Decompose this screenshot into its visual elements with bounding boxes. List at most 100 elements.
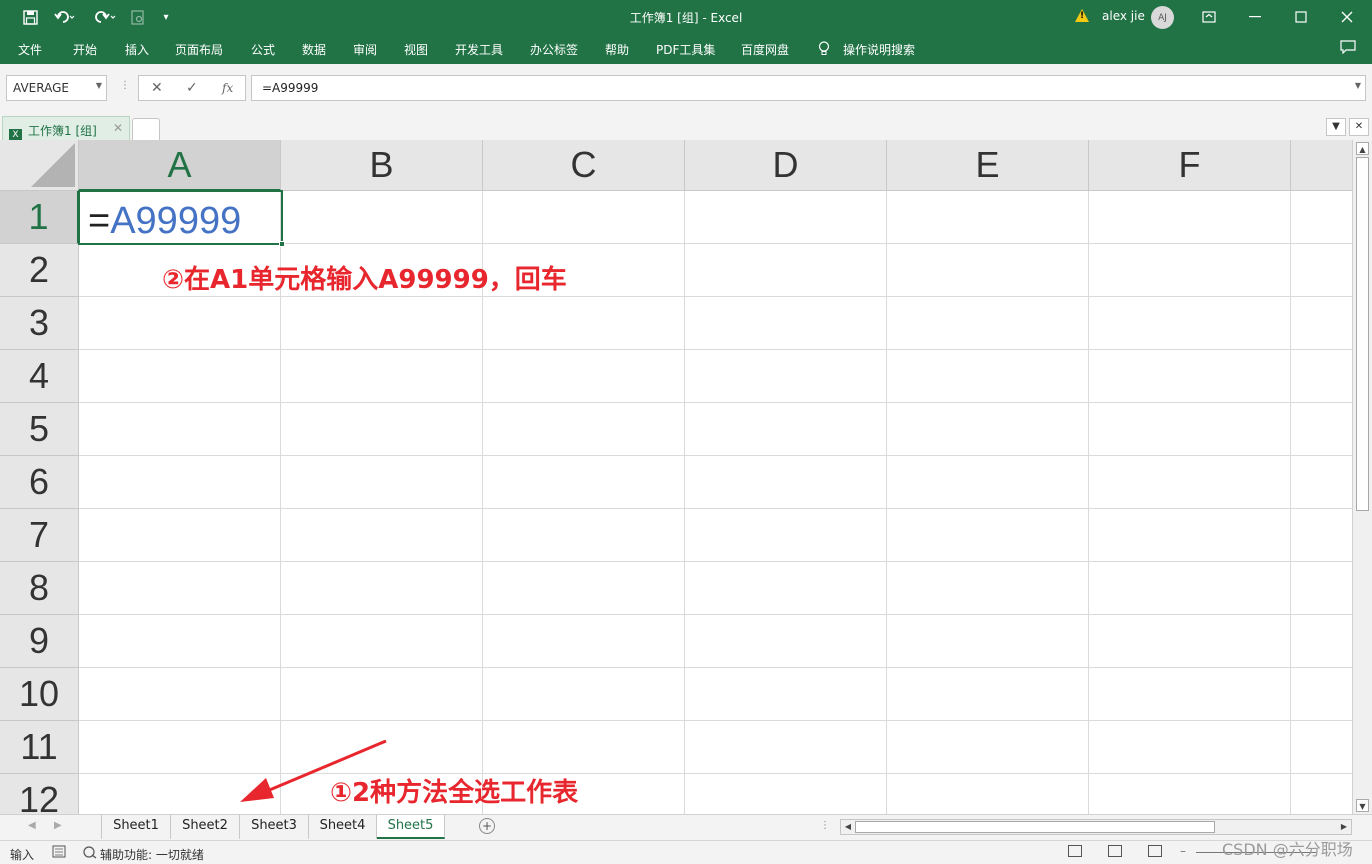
column-header-a[interactable]: A	[79, 140, 281, 191]
comments-icon[interactable]	[1340, 40, 1356, 57]
column-header-e[interactable]: E	[887, 140, 1089, 191]
grid-cell[interactable]	[281, 350, 483, 403]
user-name[interactable]: alex jie	[1102, 9, 1145, 23]
undo-icon[interactable]	[50, 0, 80, 34]
grid-cell[interactable]	[685, 562, 887, 615]
redo-icon[interactable]	[88, 0, 120, 34]
column-header-b[interactable]: B	[281, 140, 483, 191]
enter-icon[interactable]: ✓	[186, 80, 198, 96]
minimize-icon[interactable]	[1232, 0, 1278, 34]
grid-cell[interactable]	[685, 191, 887, 244]
row-header-6[interactable]: 6	[0, 456, 79, 509]
row-header-7[interactable]: 7	[0, 509, 79, 562]
maximize-icon[interactable]	[1278, 0, 1324, 34]
grid-cell[interactable]	[1291, 721, 1352, 774]
tab-review[interactable]: 审阅	[353, 41, 377, 58]
grid-cell[interactable]	[483, 509, 685, 562]
vertical-scroll-thumb[interactable]	[1356, 157, 1369, 511]
grid-cell[interactable]	[79, 403, 281, 456]
grid-cell[interactable]	[1089, 509, 1291, 562]
grid-cell[interactable]	[1089, 350, 1291, 403]
grid-cell[interactable]	[685, 403, 887, 456]
grid-cell[interactable]	[281, 403, 483, 456]
close-tab-icon[interactable]: ✕	[113, 121, 123, 135]
avatar[interactable]: AJ	[1151, 6, 1174, 29]
tell-me-search[interactable]: 操作说明搜索	[843, 41, 915, 58]
scroll-down-icon[interactable]: ▼	[1356, 799, 1369, 812]
prev-sheet-icon[interactable]: ◀	[28, 820, 36, 831]
row-header-5[interactable]: 5	[0, 403, 79, 456]
grid-cell[interactable]	[1291, 297, 1352, 350]
row-header-11[interactable]: 11	[0, 721, 79, 774]
grid-cell[interactable]	[281, 456, 483, 509]
tab-insert[interactable]: 插入	[125, 41, 149, 58]
grid-cell[interactable]	[483, 456, 685, 509]
sheet-tab-sheet1[interactable]: Sheet1	[101, 815, 171, 839]
grid-cell[interactable]	[1089, 297, 1291, 350]
accessibility-status[interactable]: 辅助功能: 一切就绪	[100, 846, 204, 863]
grid-cell[interactable]	[483, 297, 685, 350]
close-document-icon[interactable]: ✕	[1349, 118, 1369, 136]
grid-cell[interactable]	[281, 191, 483, 244]
grid-cell[interactable]	[281, 668, 483, 721]
new-tab-button[interactable]	[132, 118, 160, 140]
grid-cell[interactable]	[685, 615, 887, 668]
hscroll-split-handle[interactable]: ⋮	[820, 820, 830, 831]
tab-home[interactable]: 开始	[73, 41, 97, 58]
grid-cell[interactable]	[887, 721, 1089, 774]
row-header-9[interactable]: 9	[0, 615, 79, 668]
grid-cell[interactable]	[1089, 615, 1291, 668]
grid-cell[interactable]	[1291, 350, 1352, 403]
grid-cell[interactable]	[79, 615, 281, 668]
grid-cell[interactable]	[1089, 244, 1291, 297]
row-header-3[interactable]: 3	[0, 297, 79, 350]
grid-cell[interactable]	[79, 562, 281, 615]
grid-cell[interactable]	[685, 244, 887, 297]
tab-pdf-tools[interactable]: PDF工具集	[656, 41, 715, 58]
sheet-tab-sheet4[interactable]: Sheet4	[309, 815, 377, 839]
grid-cell[interactable]	[887, 562, 1089, 615]
tab-office-tab[interactable]: 办公标签	[530, 41, 578, 58]
grid-cell[interactable]	[685, 668, 887, 721]
grid-cell[interactable]	[79, 509, 281, 562]
row-header-8[interactable]: 8	[0, 562, 79, 615]
tab-baidu-netdisk[interactable]: 百度网盘	[741, 41, 789, 58]
cancel-icon[interactable]: ✕	[151, 80, 163, 96]
grid-cell[interactable]	[281, 509, 483, 562]
grid-cell[interactable]	[1291, 456, 1352, 509]
grid-cell[interactable]	[685, 297, 887, 350]
vertical-scrollbar[interactable]: ▲ ▼	[1352, 140, 1372, 814]
grid-cell[interactable]	[887, 774, 1089, 814]
customize-qat-icon[interactable]: ▾	[158, 0, 174, 34]
add-sheet-button[interactable]: +	[479, 818, 495, 834]
grid-cell[interactable]	[281, 562, 483, 615]
row-header-12[interactable]: 12	[0, 774, 79, 814]
insert-function-icon[interactable]: fx	[222, 81, 233, 95]
tab-list-icon[interactable]: ▼	[1326, 118, 1346, 136]
grid-cell[interactable]	[685, 456, 887, 509]
grid-cell[interactable]	[887, 191, 1089, 244]
name-box[interactable]: AVERAGE ▼	[6, 75, 107, 101]
formula-input[interactable]: =A99999 ▼	[251, 75, 1366, 101]
grid-cell[interactable]	[1291, 509, 1352, 562]
grid-cell[interactable]	[483, 350, 685, 403]
grid-cell[interactable]	[887, 350, 1089, 403]
row-header-10[interactable]: 10	[0, 668, 79, 721]
grid-cell[interactable]	[1089, 721, 1291, 774]
tab-file[interactable]: 文件	[18, 41, 42, 58]
column-header-partial[interactable]	[1291, 140, 1352, 191]
grid-cell[interactable]	[887, 297, 1089, 350]
grid-cell[interactable]	[887, 456, 1089, 509]
grid-cell[interactable]	[1089, 191, 1291, 244]
row-header-2[interactable]: 2	[0, 244, 79, 297]
grid-cell[interactable]	[887, 509, 1089, 562]
grid-cell[interactable]	[483, 721, 685, 774]
grid-cell[interactable]	[483, 615, 685, 668]
column-header-f[interactable]: F	[1089, 140, 1291, 191]
fill-handle[interactable]	[279, 241, 285, 247]
grid-cell[interactable]	[483, 191, 685, 244]
macro-record-icon[interactable]	[52, 845, 66, 861]
expand-formula-bar-icon[interactable]: ▼	[1355, 81, 1361, 90]
formula-bar-resize-handle[interactable]: ⋮	[120, 80, 130, 91]
next-sheet-icon[interactable]: ▶	[54, 820, 62, 831]
